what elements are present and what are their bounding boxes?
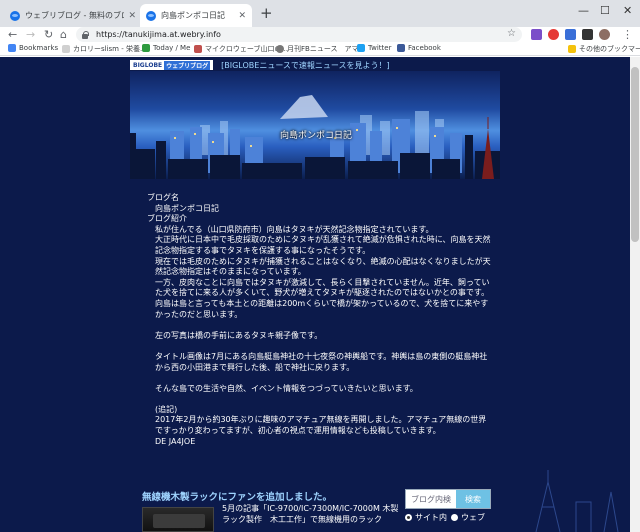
facebook-icon <box>397 44 405 52</box>
profile-avatar-icon[interactable] <box>599 29 610 40</box>
address-bar[interactable]: https://tanukijima.at.webry.info ☆ <box>76 27 522 42</box>
webryblog-favicon-icon <box>10 10 20 21</box>
article-excerpt: 5月の記事「IC-9700/IC-7300M/IC-7000M 木製ラック製作 … <box>222 504 399 524</box>
menu-kebab-icon[interactable]: ⋮ <box>622 28 633 42</box>
back-arrow-icon[interactable]: ← <box>8 28 17 42</box>
lock-icon <box>82 30 89 39</box>
twitter-icon <box>357 44 365 52</box>
banner-title: 向島ポンポコ日記 <box>280 131 353 141</box>
close-tab-icon[interactable]: ✕ <box>238 11 246 21</box>
search-input[interactable]: ブログ内検 <box>406 490 456 508</box>
globe-icon <box>276 45 284 53</box>
bookmark-item[interactable]: マイクロウェーブ山口の... <box>194 44 288 54</box>
maximize-icon[interactable]: ☐ <box>600 4 610 17</box>
tab-title: 向島ポンポコ日記 <box>161 11 225 20</box>
radio-unselected-icon <box>451 514 458 521</box>
tab-title: ウェブリブログ - 無料のブログ(blog)サ <box>25 11 124 20</box>
url-text: https://tanukijima.at.webry.info <box>96 30 221 39</box>
city-skyline-image <box>130 95 500 179</box>
close-window-icon[interactable]: ✕ <box>623 4 632 17</box>
page-content: BIGLOBE ウェブリブログ [BIGLOBEニュースで速報ニュースを見よう！… <box>0 57 640 532</box>
tab-strip: ウェブリブログ - 無料のブログ(blog)サ ✕ 向島ポンポコ日記 ✕ + —… <box>0 0 640 27</box>
radio-selected-icon <box>405 514 412 521</box>
today-icon <box>142 44 150 52</box>
apps-grid-icon <box>8 44 16 52</box>
bookmark-star-icon[interactable]: ☆ <box>507 28 516 39</box>
forward-arrow-icon[interactable]: → <box>26 28 35 42</box>
dark-extension-icon[interactable] <box>582 29 593 40</box>
tab-mukaishima[interactable]: 向島ポンポコ日記 ✕ <box>140 4 252 27</box>
bookmark-folder-other[interactable]: その他のブックマーク <box>568 44 640 54</box>
onenote-extension-icon[interactable] <box>531 29 542 40</box>
close-tab-icon[interactable]: ✕ <box>128 11 136 21</box>
biglobe-news-link[interactable]: [BIGLOBEニュースで速報ニュースを見よう！] <box>221 60 390 71</box>
webryblog-favicon-icon <box>146 10 156 21</box>
scrollbar-thumb[interactable] <box>631 67 639 242</box>
background-tower-silhouette <box>535 470 619 532</box>
blog-intro-label: ブログ紹介 <box>147 214 187 224</box>
new-extension-icon[interactable] <box>565 29 576 40</box>
blog-name-value: 向島ポンポコ日記 <box>155 203 219 213</box>
bookmark-item[interactable]: Today / Me <box>142 44 190 52</box>
bookmark-item[interactable]: 月刊FBニュース アマ... <box>276 44 365 54</box>
slism-icon <box>62 45 70 53</box>
radio-web[interactable]: ウェブ <box>451 512 485 523</box>
search-button[interactable]: 検索 <box>456 490 490 508</box>
biglobe-logo[interactable]: BIGLOBE ウェブリブログ <box>130 60 214 70</box>
bookmarks-bar: Bookmarks カロリーslism - 栄養... Today / Me マ… <box>0 43 640 56</box>
home-icon[interactable]: ⌂ <box>60 28 67 42</box>
browser-toolbar: ← → ↻ ⌂ https://tanukijima.at.webry.info… <box>0 27 640 43</box>
page-scrollbar[interactable] <box>630 57 640 532</box>
biglobe-header: BIGLOBE ウェブリブログ [BIGLOBEニュースで速報ニュースを見よう！… <box>130 59 390 71</box>
tab-webryblog[interactable]: ウェブリブログ - 無料のブログ(blog)サ ✕ <box>4 4 142 27</box>
radio-site[interactable]: サイト内 <box>405 512 447 523</box>
bookmark-item[interactable]: Twitter <box>357 44 391 52</box>
blog-banner[interactable]: 向島ポンポコ日記 <box>130 71 500 179</box>
reload-icon[interactable]: ↻ <box>44 28 53 42</box>
minimize-icon[interactable]: — <box>578 4 589 17</box>
article-thumbnail[interactable] <box>142 507 214 532</box>
blog-icon <box>194 45 202 53</box>
bookmark-item[interactable]: Facebook <box>397 44 441 52</box>
blog-profile: ブログ名 向島ポンポコ日記 ブログ紹介 私が住んでる（山口県防府市）向島はタヌキ… <box>147 193 492 447</box>
blog-intro-text: 私が住んでる（山口県防府市）向島はタヌキが天然記念物指定されています。 大正時代… <box>155 224 491 446</box>
new-tab-plus-icon[interactable]: + <box>260 6 273 21</box>
bookmark-item[interactable]: カロリーslism - 栄養... <box>62 44 147 54</box>
article-title-link[interactable]: 無線機木製ラックにファンを追加しました。 <box>142 489 332 503</box>
blog-search-box: ブログ内検 検索 <box>405 489 491 509</box>
blog-name-label: ブログ名 <box>147 193 179 202</box>
bookmark-item[interactable]: Bookmarks <box>8 44 58 52</box>
folder-icon <box>568 45 576 53</box>
red-extension-icon[interactable] <box>548 29 559 40</box>
